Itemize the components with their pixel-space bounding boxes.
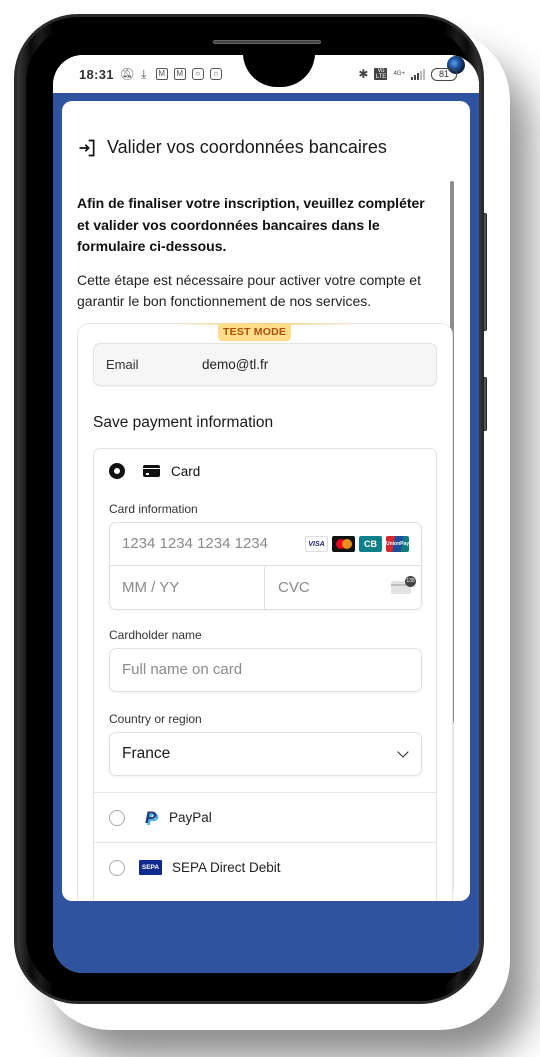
mastercard-icon xyxy=(332,536,355,552)
card-information-label: Card information xyxy=(109,502,198,516)
cvc-placeholder: CVC xyxy=(278,579,310,596)
status-time: 18:31 xyxy=(79,66,114,82)
visa-icon: VISA xyxy=(305,536,328,552)
email-row: Email demo@tl.fr xyxy=(93,343,437,386)
dialog-title-text: Valider vos coordonnées bancaires xyxy=(107,137,387,157)
camera-notch xyxy=(243,55,465,87)
bluetooth-icon: ✱ xyxy=(358,67,369,81)
signal-icon xyxy=(411,68,425,80)
card-method-label: Card xyxy=(171,463,201,479)
cb-icon: CB xyxy=(359,536,382,552)
cvc-input[interactable]: CVC xyxy=(266,567,423,610)
sepa-icon: SEPA xyxy=(139,860,162,875)
bell-off-icon: 🔕︎ xyxy=(119,67,135,81)
battery-indicator: 81 xyxy=(431,67,457,81)
card-information-box: 1234 1234 1234 1234 VISA CB UnionPay MM … xyxy=(109,522,422,610)
intro-paragraph: Cette étape est nécessaire pour activer … xyxy=(77,271,421,310)
card-brands: VISA CB UnionPay xyxy=(305,536,409,552)
gmail-icon: M xyxy=(155,68,168,80)
power-button xyxy=(483,377,487,431)
volte-icon: Vo LTE xyxy=(374,68,388,80)
login-icon xyxy=(79,139,95,156)
credit-card-icon xyxy=(143,465,160,477)
payment-method-sepa[interactable]: SEPA SEPA Direct Debit xyxy=(94,842,436,892)
paypal-label: PayPal xyxy=(169,810,212,825)
payment-method-paypal[interactable]: PP PayPal xyxy=(94,792,436,842)
earpiece-speaker xyxy=(213,40,321,44)
instagram-icon: ○ xyxy=(191,68,204,80)
country-select[interactable]: France xyxy=(109,732,422,776)
phone-frame: 18:31 🔕︎ ⤓ M M ○ ○ ✱ Vo LTE 4G+ 81 Valid… xyxy=(14,14,487,1004)
payment-form: TEST MODE Email demo@tl.fr Save payment … xyxy=(77,323,453,901)
intro-paragraph-bold: Afin de finaliser votre inscription, veu… xyxy=(77,195,425,254)
unionpay-icon: UnionPay xyxy=(386,536,409,552)
country-label: Country or region xyxy=(109,712,202,726)
gmail-icon: M xyxy=(173,68,186,80)
instagram-icon: ○ xyxy=(209,68,222,80)
email-label: Email xyxy=(106,357,139,372)
card-number-input[interactable]: 1234 1234 1234 1234 VISA CB UnionPay xyxy=(110,523,421,566)
section-title: Save payment information xyxy=(93,414,274,431)
expiry-input[interactable]: MM / YY xyxy=(110,567,265,610)
sepa-label: SEPA Direct Debit xyxy=(172,860,281,875)
test-mode-badge: TEST MODE xyxy=(218,324,292,341)
cardholder-placeholder: Full name on card xyxy=(122,661,243,678)
payment-method-card[interactable]: Card xyxy=(109,463,200,479)
card-radio[interactable] xyxy=(109,463,125,479)
dialog-title: Valider vos coordonnées bancaires xyxy=(77,137,387,158)
intro-text: Afin de finaliser votre inscription, veu… xyxy=(77,193,437,313)
country-value: France xyxy=(122,745,171,762)
volume-button xyxy=(483,213,487,331)
download-icon: ⤓ xyxy=(141,67,147,81)
network-type: 4G+ xyxy=(393,71,405,77)
cardholder-label: Cardholder name xyxy=(109,628,202,642)
email-value: demo@tl.fr xyxy=(202,357,269,372)
expiry-placeholder: MM / YY xyxy=(122,579,180,596)
chevron-down-icon xyxy=(397,746,409,758)
sepa-radio[interactable] xyxy=(109,859,125,876)
cardholder-name-input[interactable]: Full name on card xyxy=(109,648,422,692)
app-background: Valider vos coordonnées bancaires Afin d… xyxy=(53,93,479,973)
card-number-placeholder: 1234 1234 1234 1234 xyxy=(122,535,268,552)
payment-methods: Card Card information 1234 1234 1234 123… xyxy=(93,448,437,901)
bank-details-dialog: Valider vos coordonnées bancaires Afin d… xyxy=(62,101,470,901)
cvc-icon xyxy=(391,576,416,594)
screen: 18:31 🔕︎ ⤓ M M ○ ○ ✱ Vo LTE 4G+ 81 Valid… xyxy=(53,55,479,973)
status-bar: 18:31 🔕︎ ⤓ M M ○ ○ ✱ Vo LTE 4G+ 81 xyxy=(53,55,479,93)
paypal-radio[interactable] xyxy=(109,809,125,826)
paypal-icon: PP xyxy=(145,808,159,829)
